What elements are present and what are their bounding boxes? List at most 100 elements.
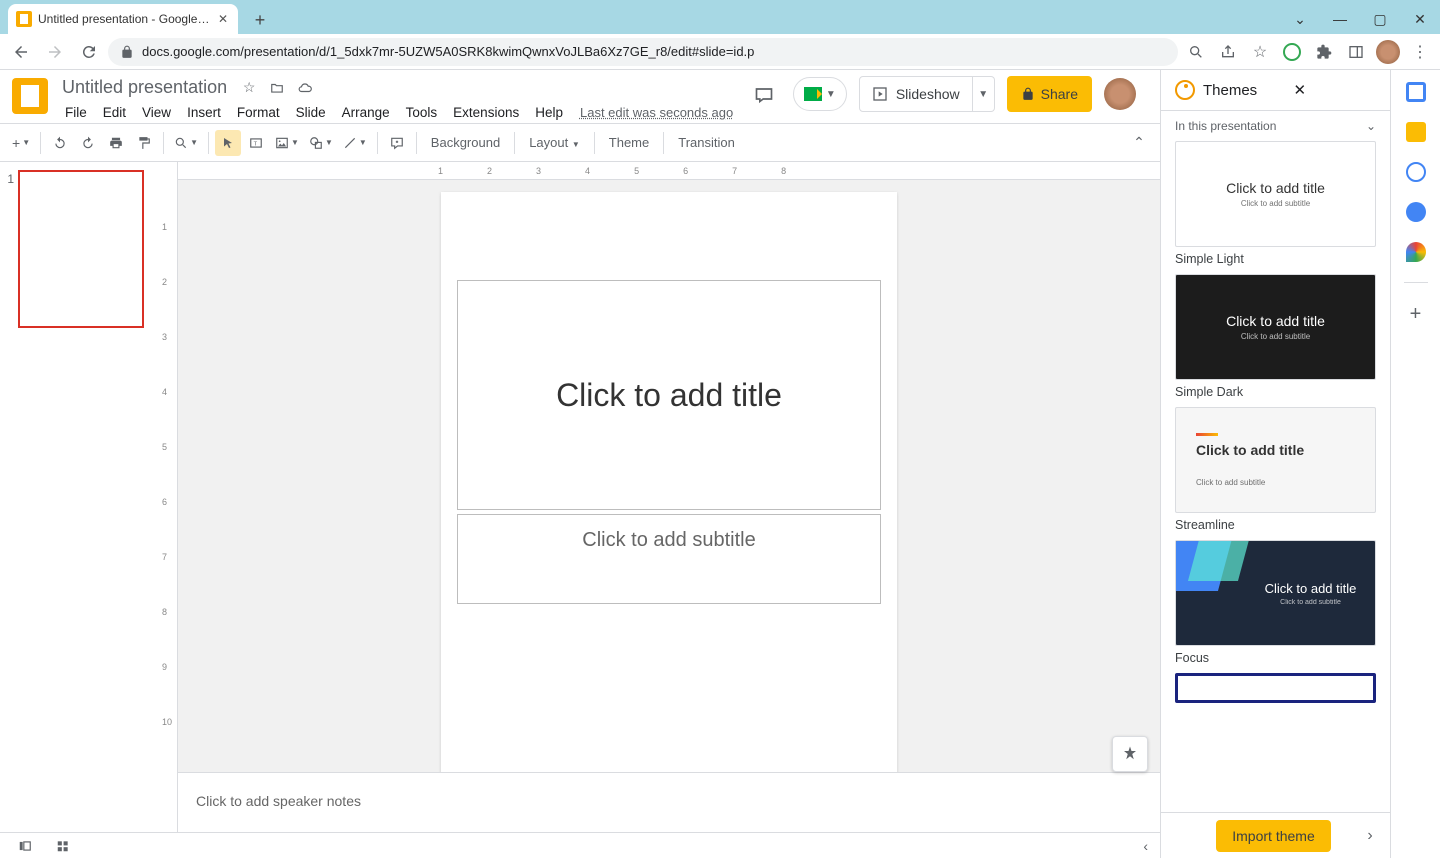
layout-button[interactable]: Layout ▼	[521, 132, 588, 153]
workspace: 1 1 2 3 4 5 6 7 8 9 10 12345678 Click to…	[0, 162, 1160, 832]
theme-simple-light[interactable]: Click to add titleClick to add subtitle …	[1175, 141, 1376, 266]
share-page-icon[interactable]	[1214, 38, 1242, 66]
play-icon	[872, 86, 888, 102]
theme-focus[interactable]: Click to add titleClick to add subtitle …	[1175, 540, 1376, 665]
slideshow-label: Slideshow	[896, 86, 960, 102]
slideshow-dropdown[interactable]: ▼	[973, 76, 995, 112]
close-panel-icon[interactable]: ✕	[1294, 81, 1377, 99]
themes-next-icon[interactable]: ›	[1354, 820, 1386, 852]
thumb-number: 1	[2, 172, 14, 186]
menu-view[interactable]: View	[135, 102, 178, 123]
textbox-tool[interactable]: T	[243, 130, 269, 156]
zoom-button[interactable]: ▼	[170, 130, 202, 156]
profile-button[interactable]	[1374, 38, 1402, 66]
menu-slide[interactable]: Slide	[289, 102, 333, 123]
slide-thumbnail-1[interactable]	[18, 170, 144, 328]
comments-icon[interactable]	[747, 77, 781, 111]
add-addon-icon[interactable]: +	[1410, 303, 1422, 326]
maps-icon[interactable]	[1406, 242, 1426, 262]
maximize-window-button[interactable]: ▢	[1360, 4, 1400, 34]
contacts-icon[interactable]	[1406, 202, 1426, 222]
forward-button[interactable]	[40, 37, 70, 67]
collapse-filmstrip-icon[interactable]: ‹	[1143, 838, 1148, 854]
new-tab-button[interactable]: +	[246, 6, 274, 34]
doc-title[interactable]: Untitled presentation	[58, 76, 231, 99]
background-button[interactable]: Background	[423, 132, 508, 153]
theme-button[interactable]: Theme	[601, 132, 657, 153]
slides-logo[interactable]	[12, 78, 48, 114]
print-button[interactable]	[103, 130, 129, 156]
close-window-button[interactable]: ✕	[1400, 4, 1440, 34]
subtitle-placeholder[interactable]: Click to add subtitle	[457, 514, 881, 604]
redo-button[interactable]	[75, 130, 101, 156]
speaker-notes[interactable]: Click to add speaker notes	[178, 772, 1160, 832]
menu-arrange[interactable]: Arrange	[335, 102, 397, 123]
chevron-down-icon[interactable]: ⌄	[1280, 4, 1320, 34]
canvas[interactable]: Click to add title Click to add subtitle	[178, 180, 1160, 772]
menu-help[interactable]: Help	[528, 102, 570, 123]
collapse-toolbar-icon[interactable]: ⌃	[1126, 130, 1152, 156]
keep-icon[interactable]	[1406, 122, 1426, 142]
menu-bar: File Edit View Insert Format Slide Arran…	[58, 102, 733, 123]
extensions-puzzle-icon[interactable]	[1310, 38, 1338, 66]
menu-format[interactable]: Format	[230, 102, 287, 123]
shape-tool[interactable]: ▼	[305, 130, 337, 156]
close-tab-icon[interactable]: ✕	[216, 12, 230, 26]
bookmark-star-icon[interactable]: ☆	[1246, 38, 1274, 66]
toolbar: +▼ ▼ T ▼ ▼ ▼ Background Layout ▼ Theme T…	[0, 123, 1160, 162]
horizontal-ruler: 12345678	[178, 162, 1160, 180]
meet-button[interactable]: ▼	[793, 77, 847, 111]
title-placeholder[interactable]: Click to add title	[457, 280, 881, 510]
explore-button[interactable]	[1112, 736, 1148, 772]
url-text: docs.google.com/presentation/d/1_5dxk7mr…	[142, 44, 1166, 59]
star-doc-icon[interactable]: ☆	[239, 78, 259, 98]
filmstrip-view-icon[interactable]	[12, 835, 38, 857]
side-rail: +	[1390, 70, 1440, 858]
theme-simple-dark[interactable]: Click to add titleClick to add subtitle …	[1175, 274, 1376, 399]
image-tool[interactable]: ▼	[271, 130, 303, 156]
lock-icon	[120, 45, 134, 59]
paint-format-button[interactable]	[131, 130, 157, 156]
menu-extensions[interactable]: Extensions	[446, 102, 526, 123]
import-theme-button[interactable]: Import theme	[1216, 820, 1330, 852]
slideshow-button[interactable]: Slideshow	[859, 76, 973, 112]
zoom-icon[interactable]	[1182, 38, 1210, 66]
grid-view-icon[interactable]	[50, 835, 76, 857]
tasks-icon[interactable]	[1406, 162, 1426, 182]
menu-insert[interactable]: Insert	[180, 102, 228, 123]
reload-button[interactable]	[74, 37, 104, 67]
slides-header: Untitled presentation ☆ File Edit View I…	[0, 70, 1160, 123]
last-edit-label[interactable]: Last edit was seconds ago	[580, 105, 733, 120]
move-doc-icon[interactable]	[267, 78, 287, 98]
back-button[interactable]	[6, 37, 36, 67]
url-field[interactable]: docs.google.com/presentation/d/1_5dxk7mr…	[108, 38, 1178, 66]
bottom-bar: ‹	[0, 832, 1160, 858]
extension-icon-1[interactable]	[1278, 38, 1306, 66]
minimize-window-button[interactable]: —	[1320, 4, 1360, 34]
undo-button[interactable]	[47, 130, 73, 156]
account-avatar[interactable]	[1104, 78, 1136, 110]
browser-tab[interactable]: Untitled presentation - Google Slides ✕	[8, 4, 238, 34]
transition-button[interactable]: Transition	[670, 132, 743, 153]
themes-title: Themes	[1203, 82, 1286, 99]
sidepanel-icon[interactable]	[1342, 38, 1370, 66]
browser-address-bar: docs.google.com/presentation/d/1_5dxk7mr…	[0, 34, 1440, 70]
share-button[interactable]: Share	[1007, 76, 1092, 112]
themes-section-toggle[interactable]: In this presentation ⌄	[1161, 111, 1390, 141]
line-tool[interactable]: ▼	[339, 130, 371, 156]
chevron-down-icon: ⌄	[1366, 119, 1376, 133]
theme-next[interactable]	[1175, 673, 1376, 703]
lock-icon	[1021, 87, 1035, 101]
svg-text:T: T	[254, 141, 258, 147]
menu-edit[interactable]: Edit	[96, 102, 133, 123]
select-tool[interactable]	[215, 130, 241, 156]
comment-tool[interactable]	[384, 130, 410, 156]
calendar-icon[interactable]	[1406, 82, 1426, 102]
chrome-menu-icon[interactable]: ⋮	[1406, 38, 1434, 66]
new-slide-button[interactable]: +▼	[8, 130, 34, 156]
cloud-status-icon[interactable]	[295, 78, 315, 98]
menu-tools[interactable]: Tools	[399, 102, 445, 123]
theme-streamline[interactable]: Click to add titleClick to add subtitle …	[1175, 407, 1376, 532]
slide[interactable]: Click to add title Click to add subtitle	[441, 192, 897, 772]
menu-file[interactable]: File	[58, 102, 94, 123]
